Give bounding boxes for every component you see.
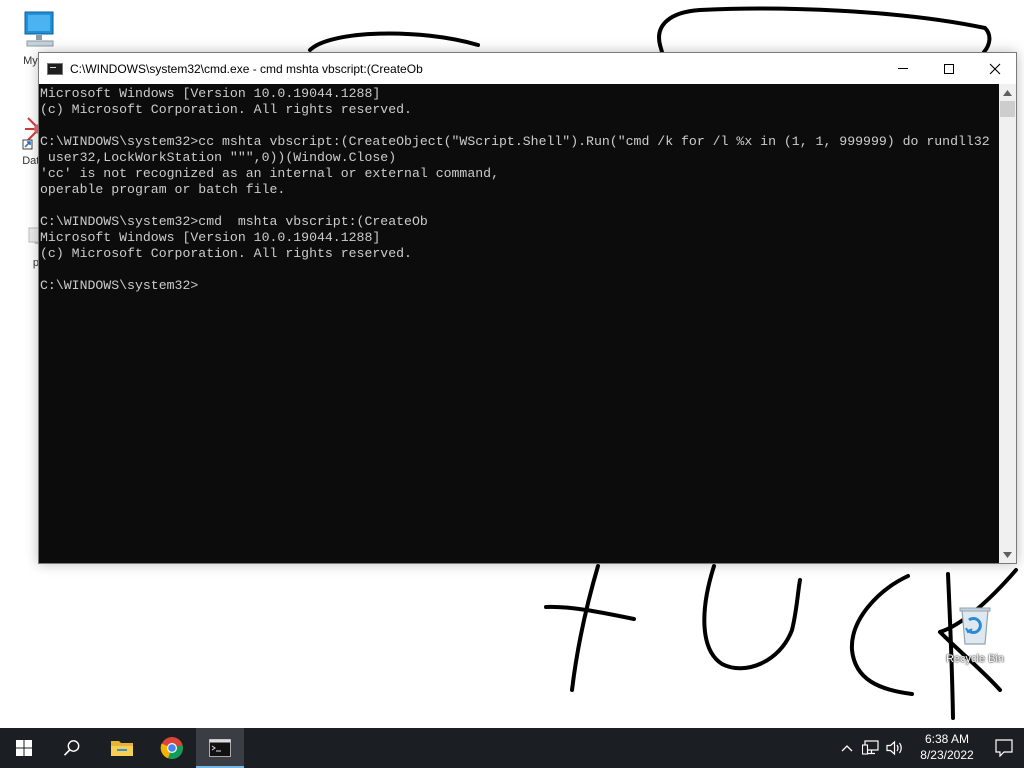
close-icon xyxy=(989,63,1001,74)
notification-icon xyxy=(995,739,1013,757)
network-button[interactable] xyxy=(860,728,882,768)
action-center-button[interactable] xyxy=(984,728,1024,768)
taskbar: 6:38 AM 8/23/2022 xyxy=(0,728,1024,768)
chevron-up-icon xyxy=(841,745,853,752)
window-title: C:\WINDOWS\system32\cmd.exe - cmd mshta … xyxy=(70,61,423,76)
recycle-bin-icon xyxy=(959,607,991,645)
console-line: C:\WINDOWS\system32>cmd mshta vbscript:(… xyxy=(40,214,428,229)
cmd-window[interactable]: C:\WINDOWS\system32\cmd.exe - cmd mshta … xyxy=(38,52,1017,564)
scroll-down-arrow-icon xyxy=(1003,551,1012,558)
network-icon xyxy=(862,740,879,755)
console-output[interactable]: Microsoft Windows [Version 10.0.19044.12… xyxy=(39,84,999,563)
taskbar-file-explorer[interactable] xyxy=(98,728,146,768)
console-line: Microsoft Windows [Version 10.0.19044.12… xyxy=(40,230,381,245)
taskbar-command-prompt[interactable] xyxy=(196,728,244,768)
monitor-icon xyxy=(24,11,54,47)
file-explorer-icon xyxy=(111,741,133,756)
search-icon xyxy=(63,740,80,756)
scroll-thumb[interactable] xyxy=(1000,101,1015,117)
console-line: (c) Microsoft Corporation. All rights re… xyxy=(40,246,412,261)
search-button[interactable] xyxy=(48,728,96,768)
clock-time: 6:38 AM xyxy=(924,732,970,746)
console-line: Microsoft Windows [Version 10.0.19044.12… xyxy=(40,86,381,101)
scroll-down-button[interactable] xyxy=(999,546,1016,563)
desktop-icon-label: Recycle Bin xyxy=(945,653,1005,665)
show-hidden-icons-button[interactable] xyxy=(836,728,858,768)
console-prompt-line[interactable]: C:\WINDOWS\system32> xyxy=(40,278,999,294)
console-line: user32,LockWorkStation """,0))(Window.Cl… xyxy=(40,150,397,165)
taskbar-clock[interactable]: 6:38 AM 8/23/2022 xyxy=(908,728,986,768)
command-prompt-icon xyxy=(47,62,63,75)
chrome-icon xyxy=(160,737,183,760)
command-prompt-icon xyxy=(209,739,231,757)
minimize-icon xyxy=(898,68,908,69)
close-button[interactable] xyxy=(972,53,1018,84)
clock-date: 8/23/2022 xyxy=(920,748,974,762)
vertical-scrollbar[interactable] xyxy=(999,84,1016,563)
windows-start-icon xyxy=(16,740,32,756)
console-line: 'cc' is not recognized as an internal or… xyxy=(40,166,499,181)
minimize-button[interactable] xyxy=(880,53,926,84)
volume-icon xyxy=(886,740,902,756)
window-titlebar[interactable]: C:\WINDOWS\system32\cmd.exe - cmd mshta … xyxy=(39,53,1016,84)
maximize-button[interactable] xyxy=(926,53,972,84)
start-button[interactable] xyxy=(0,728,48,768)
desktop-icon-recycle-bin[interactable]: Recycle Bin xyxy=(938,602,1012,665)
scroll-up-arrow-icon xyxy=(1003,89,1012,96)
console-line: C:\WINDOWS\system32>cc mshta vbscript:(C… xyxy=(40,134,990,149)
console-line: (c) Microsoft Corporation. All rights re… xyxy=(40,102,412,117)
maximize-icon xyxy=(944,63,954,74)
taskbar-chrome[interactable] xyxy=(148,728,196,768)
console-line: operable program or batch file. xyxy=(40,182,286,197)
scroll-up-button[interactable] xyxy=(999,84,1016,101)
volume-button[interactable] xyxy=(884,728,906,768)
